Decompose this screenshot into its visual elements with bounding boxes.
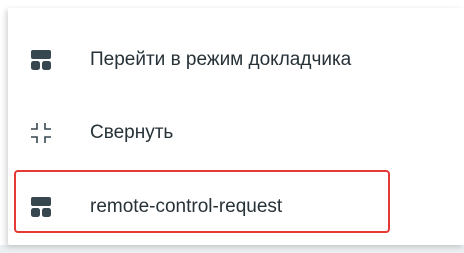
background-strip: [0, 245, 464, 253]
presenter-mode-icon: [31, 50, 51, 70]
context-menu: Перейти в режим докладчика Свернуть remo…: [8, 8, 464, 245]
menu-item-label: remote-control-request: [90, 196, 283, 217]
menu-item-collapse[interactable]: Свернуть: [8, 98, 464, 168]
remote-control-icon: [31, 197, 51, 217]
collapse-icon: [31, 123, 51, 143]
menu-item-remote-control-request[interactable]: remote-control-request: [8, 172, 464, 242]
menu-item-label: Перейти в режим докладчика: [90, 49, 352, 70]
menu-item-presenter-mode[interactable]: Перейти в режим докладчика: [8, 25, 464, 95]
screenshot-stage: Перейти в режим докладчика Свернуть remo…: [0, 0, 464, 253]
menu-item-label: Свернуть: [90, 122, 174, 143]
